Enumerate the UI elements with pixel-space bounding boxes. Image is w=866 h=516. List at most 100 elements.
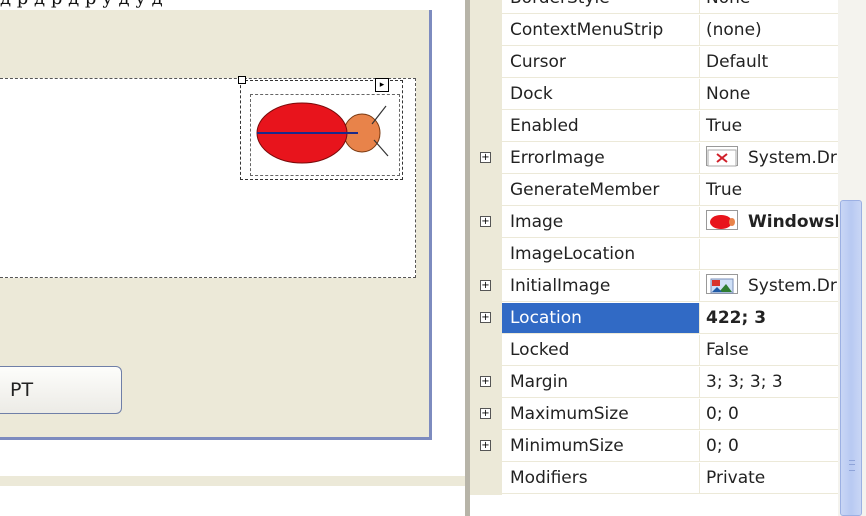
expand-plus-icon[interactable]: + xyxy=(480,312,491,323)
expander-column xyxy=(470,463,502,495)
expand-plus-icon[interactable]: + xyxy=(480,376,491,387)
property-name[interactable]: MaximumSize xyxy=(502,399,700,430)
expand-plus-icon[interactable]: + xyxy=(480,216,491,227)
expand-plus-icon[interactable]: + xyxy=(480,440,491,451)
property-value[interactable]: 0; 0 xyxy=(700,431,840,462)
property-name[interactable]: ErrorImage xyxy=(502,143,700,174)
property-row[interactable]: BorderStyle None xyxy=(470,0,866,15)
property-value-text: WindowsForms xyxy=(748,212,840,232)
property-row[interactable]: + MaximumSize 0; 0 xyxy=(470,399,866,431)
property-name[interactable]: Dock xyxy=(502,79,700,110)
property-value[interactable]: True xyxy=(700,175,840,206)
property-name[interactable]: ContextMenuStrip xyxy=(502,15,700,46)
error-image-icon xyxy=(706,146,738,167)
property-name[interactable]: MinimumSize xyxy=(502,431,700,462)
property-value[interactable]: 3; 3; 3; 3 xyxy=(700,367,840,398)
property-value-text: None xyxy=(706,84,751,104)
property-value[interactable]: WindowsForms xyxy=(700,207,840,238)
property-row[interactable]: ContextMenuStrip (none) xyxy=(470,15,866,47)
property-name[interactable]: Cursor xyxy=(502,47,700,78)
property-rows: BorderStyle None ContextMenuStrip (none) Cur… xyxy=(470,0,866,495)
property-value-text: System.Drawing xyxy=(748,148,840,168)
expander-column: + xyxy=(470,143,502,175)
property-value-text: Private xyxy=(706,468,766,488)
property-name[interactable]: Locked xyxy=(502,335,700,366)
expander-column: + xyxy=(470,271,502,303)
form-button[interactable]: РТ xyxy=(0,366,122,414)
property-value[interactable]: True xyxy=(700,111,840,142)
ladybug-antenna xyxy=(373,139,389,157)
property-value-text: False xyxy=(706,340,749,360)
property-value[interactable]: None xyxy=(700,0,840,14)
button-label: РТ xyxy=(10,379,34,401)
expander-column: + xyxy=(470,399,502,431)
expander-column xyxy=(470,79,502,111)
property-value[interactable]: Private xyxy=(700,463,840,494)
scrollbar-grip-icon xyxy=(849,460,855,471)
caption-strip: д р д р д р у д у д xyxy=(0,0,470,10)
expand-plus-icon[interactable]: + xyxy=(480,280,491,291)
property-row[interactable]: Enabled True xyxy=(470,111,866,143)
property-row[interactable]: Dock None xyxy=(470,79,866,111)
property-row[interactable]: + Location 422; 3 xyxy=(470,303,866,335)
ladybug-image xyxy=(256,102,389,164)
property-value-text: System.Drawing xyxy=(748,276,840,296)
property-name[interactable]: InitialImage xyxy=(502,271,700,302)
property-grid[interactable]: BorderStyle None ContextMenuStrip (none) Cur… xyxy=(470,0,866,516)
property-row[interactable]: Locked False xyxy=(470,335,866,367)
resize-handle[interactable] xyxy=(238,76,246,84)
property-row[interactable]: ImageLocation xyxy=(470,239,866,271)
property-name[interactable]: Location xyxy=(502,303,700,334)
property-value[interactable]: None xyxy=(700,79,840,110)
property-row[interactable]: + Margin 3; 3; 3; 3 xyxy=(470,367,866,399)
expander-column: + xyxy=(470,431,502,463)
expander-column xyxy=(470,47,502,79)
expander-column: + xyxy=(470,303,502,335)
property-row[interactable]: + ErrorImage System.Drawing xyxy=(470,143,866,175)
smart-tag-arrow-icon[interactable]: ▸ xyxy=(375,78,389,92)
property-value[interactable]: 422; 3 xyxy=(700,303,840,334)
property-name[interactable]: Modifiers xyxy=(502,463,700,494)
caption-text: д р д р д р у д у д xyxy=(0,0,163,9)
form-designer[interactable]: ▸ РТ xyxy=(0,10,432,440)
property-value[interactable]: System.Drawing xyxy=(700,271,840,302)
property-name[interactable]: ImageLocation xyxy=(502,239,700,270)
ladybug-antenna xyxy=(371,105,387,125)
property-value-text: 0; 0 xyxy=(706,404,739,424)
expander-column xyxy=(470,175,502,207)
property-value-text: Default xyxy=(706,52,769,72)
property-value-text: True xyxy=(706,116,743,136)
expand-plus-icon[interactable]: + xyxy=(480,152,491,163)
property-value[interactable]: Default xyxy=(700,47,840,78)
ladybug-thumb-icon xyxy=(706,210,738,230)
property-value[interactable] xyxy=(700,239,840,270)
property-row[interactable]: Modifiers Private xyxy=(470,463,866,495)
expander-column: + xyxy=(470,207,502,239)
expander-column xyxy=(470,335,502,367)
property-value[interactable]: False xyxy=(700,335,840,366)
property-value-text: 0; 0 xyxy=(706,436,739,456)
property-row[interactable]: + MinimumSize 0; 0 xyxy=(470,431,866,463)
property-row[interactable]: + Image WindowsForms xyxy=(470,207,866,239)
property-row[interactable]: Cursor Default xyxy=(470,47,866,79)
property-value[interactable]: (none) xyxy=(700,15,840,46)
property-value-text: 422; 3 xyxy=(706,308,767,328)
property-row[interactable]: GenerateMember True xyxy=(470,175,866,207)
expander-column xyxy=(470,111,502,143)
designer-footer-strip xyxy=(0,476,470,486)
property-name[interactable]: Image xyxy=(502,207,700,238)
property-value-text: 3; 3; 3; 3 xyxy=(706,372,783,392)
property-name[interactable]: Enabled xyxy=(502,111,700,142)
property-name[interactable]: GenerateMember xyxy=(502,175,700,206)
expander-column: + xyxy=(470,367,502,399)
property-name[interactable]: BorderStyle xyxy=(502,0,700,14)
property-value[interactable]: 0; 0 xyxy=(700,399,840,430)
property-value[interactable]: System.Drawing xyxy=(700,143,840,174)
expand-plus-icon[interactable]: + xyxy=(480,408,491,419)
expander-column xyxy=(470,15,502,47)
property-value-text: None xyxy=(706,0,750,8)
property-name[interactable]: Margin xyxy=(502,367,700,398)
expander-column xyxy=(470,0,502,15)
property-row[interactable]: + InitialImage System.Drawing xyxy=(470,271,866,303)
expander-column xyxy=(470,239,502,271)
